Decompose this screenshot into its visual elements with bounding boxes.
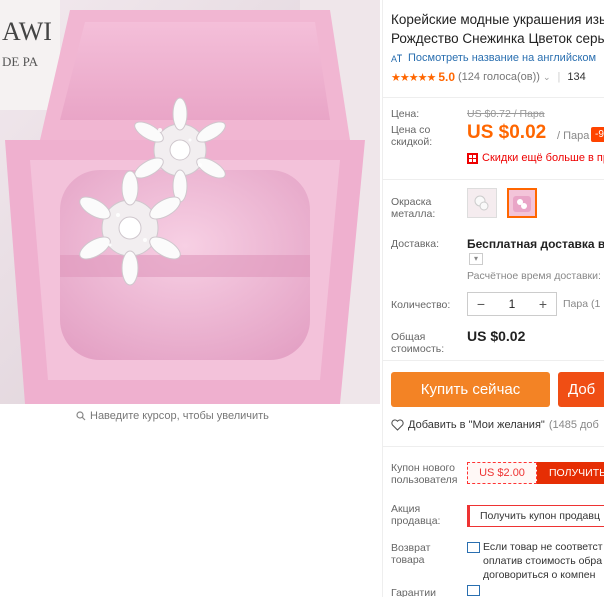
heart-icon [391, 419, 404, 431]
seller-promo-label: Акция продавца: [391, 503, 441, 527]
product-info-panel: Корейские модные украшения изы Рождество… [382, 0, 604, 597]
total-value: US $0.02 [467, 328, 526, 344]
total-label: Общая стоимость: [391, 331, 445, 355]
quantity-input[interactable]: 1 [494, 297, 530, 311]
translate-link-text[interactable]: Посмотреть название на английском [408, 52, 596, 64]
image-panel: AWI DE PA Наведите курсор, чтобы увеличи… [0, 0, 382, 597]
chevron-down-icon[interactable]: ⌄ [543, 72, 551, 83]
zoom-hint-text: Наведите курсор, чтобы увеличить [90, 410, 269, 422]
get-seller-coupon-button[interactable]: Получить купон продавц [467, 505, 604, 527]
divider: | [557, 71, 561, 83]
color-thumb-illustration [468, 189, 496, 217]
delivery-estimate: Расчётное время доставки: [467, 270, 601, 282]
rating-value: 5.0 [438, 70, 455, 84]
brand-text-1: AWI [2, 17, 52, 46]
magnifier-icon [76, 411, 86, 421]
promo-text[interactable]: Скидки ещё больше в пр [482, 152, 604, 164]
wishlist-count: (1485 доб [548, 419, 599, 431]
returns-label: Возврат товара [391, 542, 431, 566]
add-to-cart-button[interactable]: Доб [558, 372, 604, 407]
return-icon [467, 542, 480, 553]
rating-votes[interactable]: (124 голоса(ов)) [458, 71, 540, 83]
rating-stars: ★★★★★ [391, 71, 436, 84]
current-price: US $0.02 [467, 122, 547, 143]
buy-now-button[interactable]: Купить сейчас [391, 372, 550, 407]
translate-icon: A [391, 54, 402, 64]
translate-link[interactable]: A Посмотреть название на английском [391, 52, 596, 64]
brand-text-2: DE PA [2, 54, 39, 69]
svg-text:A: A [391, 54, 397, 64]
price-label: Цена: [391, 108, 420, 120]
old-price: US $0.72 / Пара [467, 108, 545, 120]
get-coupon-button[interactable]: ПОЛУЧИТЬ [537, 462, 604, 484]
product-title-line2: Рождество Снежинка Цветок серьг [391, 31, 604, 46]
color-label: Окраска металла: [391, 196, 436, 220]
orders-count: 134 [567, 71, 586, 83]
product-photo-illustration: AWI DE PA [0, 0, 380, 404]
product-image[interactable]: AWI DE PA [0, 0, 380, 404]
divider [383, 179, 604, 180]
new-user-coupon-label: Купон нового пользователя [391, 462, 458, 486]
returns-line3: договориться о компен [483, 569, 596, 581]
rating-row: ★★★★★ 5.0 (124 голоса(ов)) ⌄ | 134 [391, 70, 586, 84]
price-unit: / Пара [557, 130, 590, 142]
guarantee-label: Гарантии [391, 587, 436, 597]
returns-line2: оплатив стоимость обра [483, 555, 603, 567]
shipping-dropdown-icon[interactable]: ▾ [469, 253, 483, 265]
quantity-stepper[interactable]: − 1 + [467, 292, 557, 316]
returns-text: Если товар не соответст оплатив стоимост… [483, 540, 603, 582]
guarantee-icon [467, 585, 480, 596]
wishlist-text[interactable]: Добавить в "Мои желания" [408, 419, 545, 431]
app-icon [467, 152, 478, 164]
discount-price-label: Цена со скидкой: [391, 124, 433, 148]
returns-line1: Если товар не соответст [483, 541, 603, 553]
quantity-label: Количество: [391, 299, 451, 311]
zoom-hint: Наведите курсор, чтобы увеличить [76, 410, 269, 422]
shipping-label: Доставка: [391, 238, 440, 250]
promo-link[interactable]: Скидки ещё больше в пр [467, 152, 604, 164]
divider [383, 446, 604, 447]
product-title-line1: Корейские модные украшения изы [391, 12, 604, 27]
divider [383, 97, 604, 98]
quantity-increase-button[interactable]: + [530, 296, 556, 312]
quantity-decrease-button[interactable]: − [468, 296, 494, 312]
color-option-2[interactable] [507, 188, 537, 218]
product-title: Корейские модные украшения изы Рождество… [391, 10, 604, 48]
add-to-wishlist[interactable]: Добавить в "Мои желания" (1485 доб [391, 419, 599, 431]
color-thumb-illustration [509, 190, 535, 216]
shipping-value[interactable]: Бесплатная доставка в Ru [467, 237, 604, 251]
divider [383, 360, 604, 361]
quantity-unit: Пара (1 [563, 298, 601, 310]
color-option-1[interactable] [467, 188, 497, 218]
new-user-coupon-amount: US $2.00 [467, 462, 537, 484]
discount-badge: -9 [591, 127, 604, 142]
